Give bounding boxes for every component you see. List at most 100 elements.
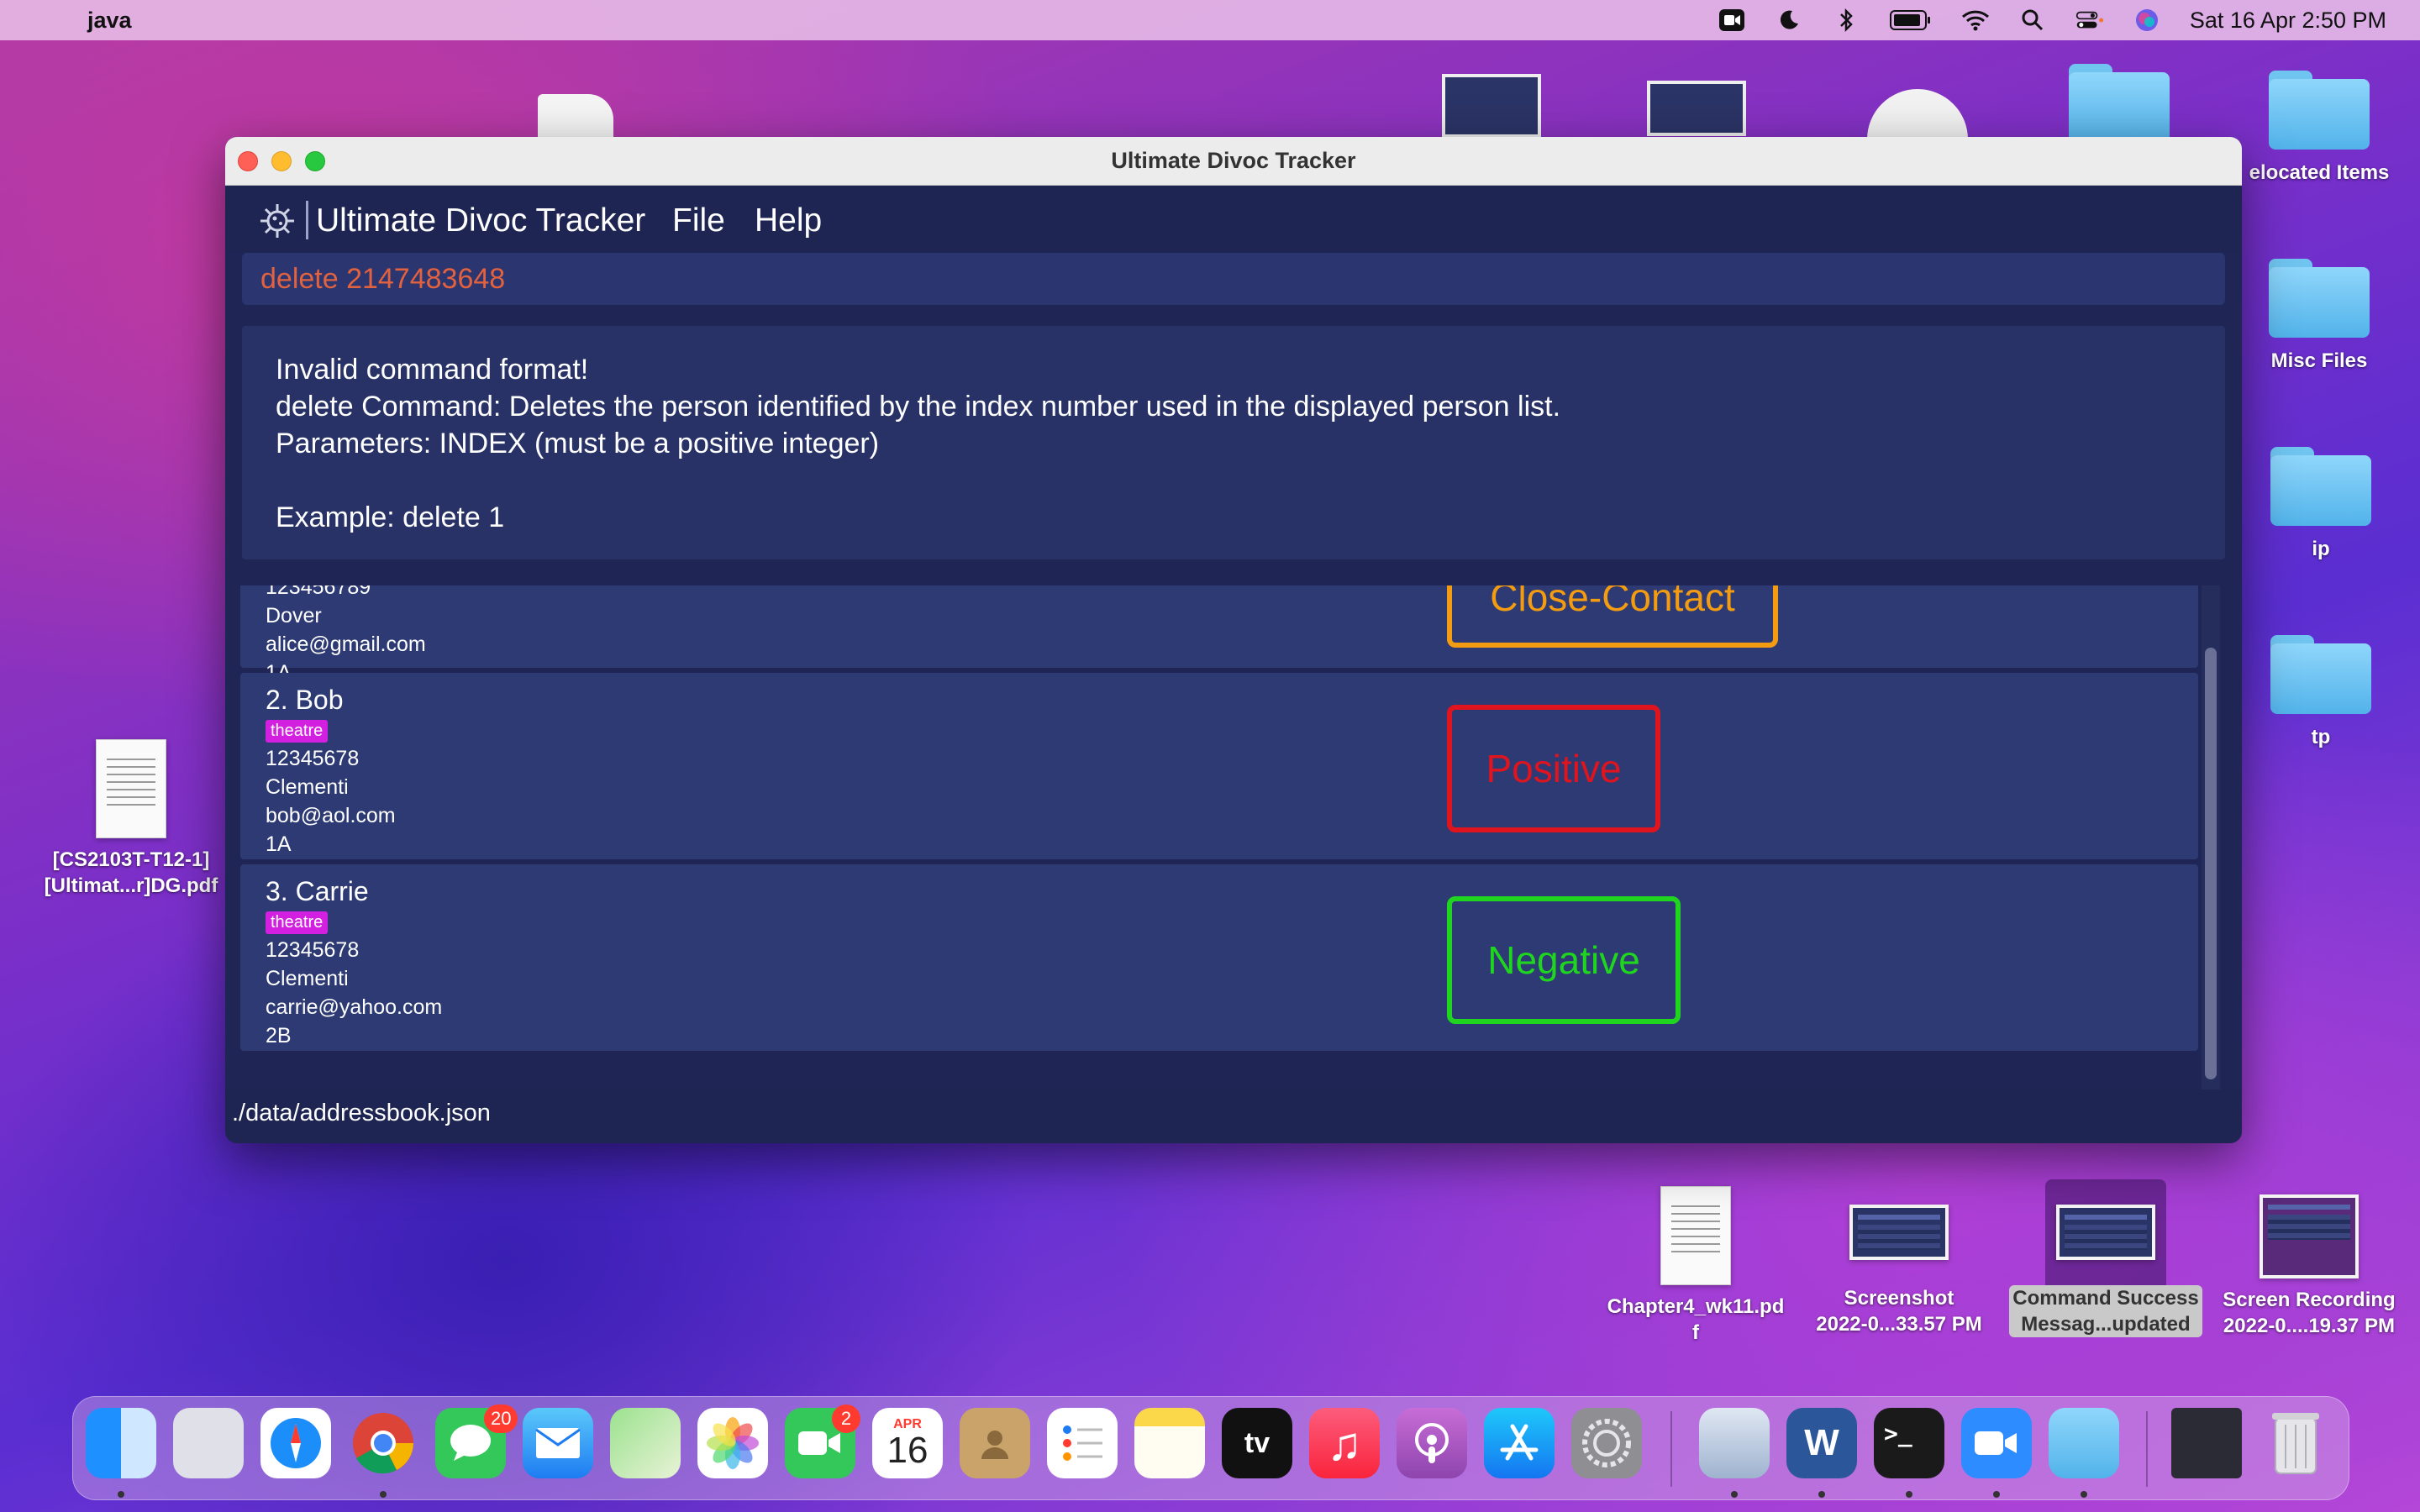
running-indicator <box>1731 1491 1738 1498</box>
app-title: Ultimate Divoc Tracker <box>316 202 646 239</box>
messages-badge: 20 <box>484 1404 518 1433</box>
status-badge-positive: Positive <box>1447 705 1660 832</box>
recent-window-thumbnail[interactable] <box>2171 1408 2242 1478</box>
file-label-line: f <box>1692 1321 1699 1344</box>
app-window: Ultimate Divoc Tracker Ultimate Divoc Tr… <box>225 137 2242 1143</box>
desktop-folder-tp[interactable]: tp <box>2269 635 2373 750</box>
list-scrollbar-thumb[interactable] <box>2205 648 2217 1079</box>
file-label-line: Screen Recording <box>2223 1289 2396 1311</box>
desktop-thumbnail[interactable] <box>1647 81 1746 136</box>
desktop-file-chapter4[interactable]: Chapter4_wk11.pd f <box>1595 1186 1797 1346</box>
desktop-file-screenshot[interactable]: Screenshot 2022-0...33.57 PM <box>1798 1205 2000 1337</box>
siri-icon[interactable] <box>2133 8 2161 32</box>
person-card[interactable]: 3. Carrie theatre 12345678 Clementi carr… <box>240 864 2198 1051</box>
pdf-file-icon <box>96 739 166 838</box>
person-list[interactable]: 123456789 Dover alice@gmail.com 1A Close… <box>240 585 2215 1143</box>
folder-label: Misc Files <box>2270 349 2368 372</box>
podcasts-icon[interactable] <box>1397 1408 1467 1478</box>
screenshot-thumbnail-icon <box>2056 1205 2155 1260</box>
chrome-icon[interactable] <box>348 1408 418 1478</box>
desktop-file-dg-pdf[interactable]: [CS2103T-T12-1] [Ultimat...r]DG.pdf <box>30 739 232 899</box>
person-address: Dover <box>266 604 322 627</box>
file-label-line: [Ultimat...r]DG.pdf <box>44 874 218 897</box>
file-label-line: 2022-0....19.37 PM <box>2223 1315 2396 1337</box>
logo-divider <box>306 201 308 239</box>
running-indicator <box>118 1491 124 1498</box>
folder-icon <box>2269 71 2370 151</box>
status-area: Sat 16 Apr 2:50 PM <box>1718 0 2386 40</box>
folder-icon <box>2270 635 2371 716</box>
zoom-icon[interactable] <box>1961 1408 2032 1478</box>
app-menu-name[interactable]: java <box>87 8 132 34</box>
app-menubar: Ultimate Divoc Tracker File Help <box>225 186 2242 251</box>
menubar-clock[interactable]: Sat 16 Apr 2:50 PM <box>2190 8 2386 34</box>
apple-tv-icon[interactable]: tv <box>1222 1408 1292 1478</box>
person-phone: 12345678 <box>266 938 360 962</box>
safari-icon[interactable] <box>260 1408 331 1478</box>
desktop-thumbnail[interactable] <box>1442 74 1541 138</box>
file-label: Screenshot 2022-0...33.57 PM <box>1816 1285 1981 1337</box>
menu-file[interactable]: File <box>672 202 725 239</box>
command-input[interactable]: delete 2147483648 <box>242 253 2225 305</box>
person-class: 1A <box>266 832 292 856</box>
screen-recording-icon[interactable] <box>1718 8 1746 32</box>
dock-divider <box>1670 1411 1672 1487</box>
folder-label: elocated Items <box>2249 161 2390 184</box>
preview-icon[interactable] <box>1699 1408 1770 1478</box>
battery-icon[interactable] <box>1889 8 1933 32</box>
focus-moon-icon[interactable] <box>1775 8 1803 32</box>
person-name: 2. Bob <box>266 685 344 715</box>
person-card[interactable]: 123456789 Dover alice@gmail.com 1A Close… <box>240 585 2198 685</box>
dock-divider <box>2146 1411 2148 1487</box>
folder-icon[interactable] <box>2069 64 2170 144</box>
running-indicator <box>2081 1491 2087 1498</box>
file-label: Screen Recording 2022-0....19.37 PM <box>2223 1287 2395 1339</box>
desktop-folder-ip[interactable]: ip <box>2269 447 2373 562</box>
contacts-icon[interactable] <box>960 1408 1030 1478</box>
file-label-line: 2022-0...33.57 PM <box>1816 1313 1982 1336</box>
photos-icon[interactable] <box>697 1408 768 1478</box>
desktop-file-screen-recording[interactable]: Screen Recording 2022-0....19.37 PM <box>2208 1194 2410 1339</box>
tv-label: tv <box>1244 1426 1270 1459</box>
running-indicator <box>1993 1491 2000 1498</box>
desktop-file-command-success[interactable]: Command Success Messag...updated <box>2005 1205 2207 1337</box>
file-label: Command Success Messag...updated <box>2009 1285 2202 1337</box>
word-icon[interactable]: W <box>1786 1408 1857 1478</box>
folder-label: ip <box>2312 538 2330 560</box>
calendar-day: 16 <box>886 1430 929 1471</box>
status-badge-close-contact: Close-Contact <box>1447 585 1778 648</box>
person-email: carrie@yahoo.com <box>266 995 443 1019</box>
calendar-icon[interactable]: APR 16 <box>872 1408 943 1478</box>
notes-icon[interactable] <box>1134 1408 1205 1478</box>
virus-logo-icon <box>260 204 294 238</box>
folder-icon <box>2269 259 2370 339</box>
app-store-icon[interactable] <box>1484 1408 1555 1478</box>
status-badge-negative: Negative <box>1447 896 1681 1024</box>
desktop-folder-relocated-items[interactable]: elocated Items <box>2249 71 2389 186</box>
reminders-icon[interactable] <box>1047 1408 1118 1478</box>
control-center-icon[interactable] <box>2075 8 2104 32</box>
person-class: 2B <box>266 1024 292 1047</box>
downloads-folder-icon[interactable] <box>2049 1408 2119 1478</box>
terminal-icon[interactable]: >_ <box>1874 1408 1944 1478</box>
launchpad-icon[interactable] <box>173 1408 244 1478</box>
person-phone: 123456789 <box>266 585 371 599</box>
music-icon[interactable]: ♫ <box>1309 1408 1380 1478</box>
bluetooth-icon[interactable] <box>1832 8 1860 33</box>
person-card[interactable]: 2. Bob theatre 12345678 Clementi bob@aol… <box>240 673 2198 859</box>
wifi-icon[interactable] <box>1961 8 1990 32</box>
folder-icon <box>2270 447 2371 528</box>
window-titlebar[interactable]: Ultimate Divoc Tracker <box>225 137 2242 186</box>
person-tag: theatre <box>266 720 329 743</box>
mail-icon[interactable] <box>523 1408 593 1478</box>
spotlight-search-icon[interactable] <box>2018 8 2047 32</box>
desktop-folder-misc-files[interactable]: Misc Files <box>2259 259 2380 374</box>
person-email: bob@aol.com <box>266 804 396 827</box>
finder-icon[interactable] <box>86 1408 156 1478</box>
menu-bar: java Sat 16 Apr 2:50 PM <box>0 0 2420 40</box>
trash-icon[interactable] <box>2260 1408 2331 1478</box>
system-preferences-icon[interactable] <box>1571 1408 1642 1478</box>
file-label: Chapter4_wk11.pd f <box>1607 1294 1785 1346</box>
menu-help[interactable]: Help <box>755 202 822 239</box>
maps-icon[interactable] <box>610 1408 681 1478</box>
